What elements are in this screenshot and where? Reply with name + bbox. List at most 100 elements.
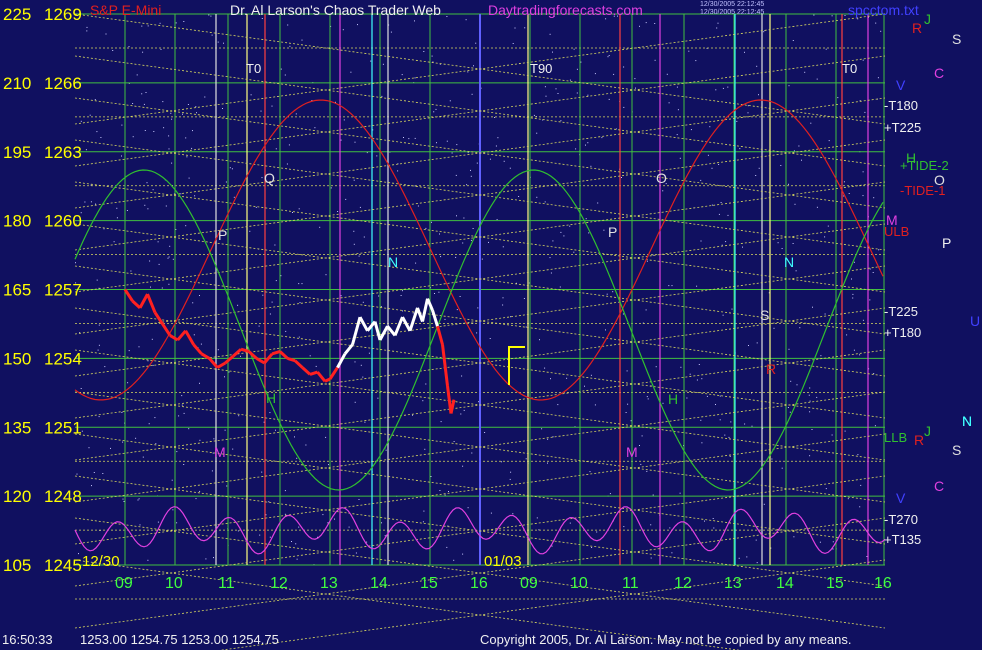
noise-dot <box>284 74 286 76</box>
noise-dot <box>298 208 300 210</box>
noise-dot <box>417 205 419 207</box>
site-link[interactable]: Daytradingforecasts.com <box>488 2 643 18</box>
noise-dot <box>654 59 656 61</box>
noise-dot <box>96 131 98 133</box>
noise-dot <box>547 462 548 464</box>
noise-dot <box>536 517 538 519</box>
noise-dot <box>192 130 193 132</box>
planet-letter: J <box>924 11 931 27</box>
y-left-tick: 150 <box>3 349 31 368</box>
noise-dot <box>820 355 822 357</box>
noise-dot <box>269 313 271 315</box>
noise-dot <box>80 120 82 122</box>
noise-dot <box>594 73 596 75</box>
page-title: Dr. Al Larson's Chaos Trader Web <box>230 2 441 18</box>
chart-letter: S <box>760 307 769 323</box>
noise-dot <box>261 471 263 473</box>
noise-dot <box>544 201 546 203</box>
noise-dot <box>857 454 859 456</box>
noise-dot <box>284 490 286 492</box>
noise-dot <box>381 522 382 524</box>
chart-letter: M <box>214 444 226 460</box>
right-label: +T180 <box>884 325 921 340</box>
noise-dot <box>646 470 648 472</box>
noise-dot <box>153 131 155 132</box>
noise-dot <box>232 448 234 450</box>
y-price-tick: 1254 <box>44 349 82 368</box>
noise-dot <box>103 228 105 230</box>
noise-dot <box>748 345 749 346</box>
noise-dot <box>238 415 240 417</box>
noise-dot <box>690 129 692 131</box>
noise-dot <box>412 312 414 314</box>
noise-dot <box>880 30 882 32</box>
right-label: -T225 <box>884 304 918 319</box>
noise-dot <box>94 99 96 101</box>
noise-dot <box>176 522 178 524</box>
noise-dot <box>473 65 474 67</box>
noise-dot <box>825 48 827 50</box>
noise-dot <box>112 50 114 51</box>
noise-dot <box>824 236 826 238</box>
noise-dot <box>722 87 724 89</box>
noise-dot <box>147 208 149 210</box>
noise-dot <box>869 299 871 301</box>
noise-dot <box>76 473 78 475</box>
noise-dot <box>809 400 811 402</box>
noise-dot <box>467 507 469 509</box>
noise-dot <box>357 24 358 26</box>
noise-dot <box>844 15 846 16</box>
noise-dot <box>261 177 263 179</box>
file-stamp-2: 12/30/2005 22:12:45 <box>700 9 765 16</box>
x-tick: 09 <box>520 575 538 592</box>
noise-dot <box>608 98 610 100</box>
noise-dot <box>809 387 811 389</box>
noise-dot <box>824 313 826 315</box>
noise-dot <box>475 42 477 44</box>
noise-dot <box>192 302 194 304</box>
noise-dot <box>605 18 607 20</box>
noise-dot <box>712 518 714 519</box>
noise-dot <box>771 458 773 460</box>
noise-dot <box>81 430 83 432</box>
noise-dot <box>533 114 535 116</box>
noise-dot <box>878 249 880 251</box>
y-left-tick: 165 <box>3 281 31 300</box>
noise-dot <box>755 175 757 176</box>
noise-dot <box>255 206 257 208</box>
noise-dot <box>181 395 183 397</box>
noise-dot <box>431 55 433 57</box>
noise-dot <box>130 270 132 272</box>
noise-dot <box>180 193 182 195</box>
noise-dot <box>171 479 173 481</box>
noise-dot <box>476 162 478 164</box>
noise-dot <box>490 512 492 514</box>
noise-dot <box>777 242 779 244</box>
noise-dot <box>781 248 783 249</box>
noise-dot <box>93 472 95 473</box>
noise-dot <box>231 168 233 170</box>
noise-dot <box>275 148 277 150</box>
noise-dot <box>439 233 440 235</box>
noise-dot <box>621 177 622 178</box>
noise-dot <box>168 135 170 137</box>
noise-dot <box>679 492 681 494</box>
noise-dot <box>425 227 427 229</box>
noise-dot <box>677 109 679 111</box>
noise-dot <box>736 120 738 122</box>
noise-dot <box>462 242 464 244</box>
noise-dot <box>809 411 811 413</box>
noise-dot <box>718 164 720 165</box>
noise-dot <box>105 33 107 35</box>
noise-dot <box>199 295 200 296</box>
noise-dot <box>605 329 606 331</box>
noise-dot <box>229 167 231 169</box>
noise-dot <box>250 94 252 96</box>
noise-dot <box>717 22 719 24</box>
noise-dot <box>466 184 468 186</box>
noise-dot <box>552 51 553 53</box>
noise-dot <box>210 15 212 17</box>
x-tick: 13 <box>320 575 338 592</box>
noise-dot <box>847 498 849 500</box>
noise-dot <box>342 29 344 31</box>
